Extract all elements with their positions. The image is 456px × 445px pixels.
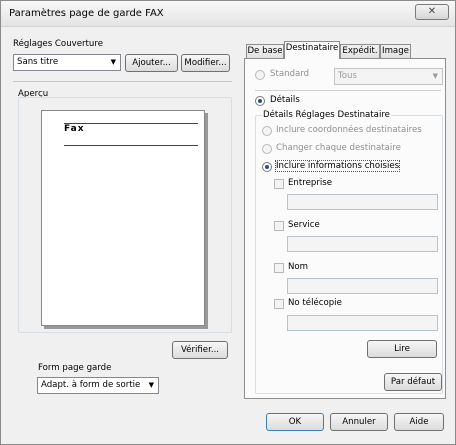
standard-select-value: Tous — [338, 71, 357, 81]
tab-destinataire[interactable]: Destinataire — [284, 41, 340, 59]
preview-page: Fax — [41, 110, 205, 326]
name-field[interactable] — [287, 278, 438, 294]
fax-number-label: No télécopie — [288, 298, 342, 308]
fax-cover-dialog: Paramètres page de garde FAX ✕ Réglages … — [0, 0, 456, 445]
cover-settings-label: Réglages Couverture — [13, 39, 103, 49]
service-label: Service — [288, 220, 320, 230]
chevron-down-icon: ▼ — [148, 381, 154, 389]
tab-panel-destinataire: Standard Tous ▼ Détails Détails Réglages… — [244, 58, 446, 399]
include-coordinates-radio[interactable] — [262, 126, 272, 136]
service-field[interactable] — [287, 236, 438, 252]
window-title: Paramètres page de garde FAX — [9, 8, 164, 19]
standard-select[interactable]: Tous ▼ — [334, 68, 443, 85]
details-radio[interactable] — [255, 96, 265, 106]
read-button[interactable]: Lire — [367, 340, 437, 358]
separator — [13, 81, 232, 82]
page-form-label: Form page garde — [38, 363, 112, 373]
service-checkbox[interactable] — [274, 221, 284, 231]
standard-label: Standard — [270, 69, 310, 79]
preview-bottom-rule — [64, 145, 198, 146]
help-button[interactable]: Aide — [394, 413, 444, 431]
preview-fax-text: Fax — [64, 124, 85, 134]
chevron-down-icon: ▼ — [110, 58, 116, 66]
change-each-radio[interactable] — [262, 144, 272, 154]
title-bar: Paramètres page de garde FAX ✕ — [1, 1, 455, 27]
separator — [255, 90, 441, 91]
company-label: Entreprise — [288, 178, 333, 188]
change-each-label: Changer chaque destinataire — [276, 143, 401, 153]
modify-cover-button[interactable]: Modifier... — [181, 54, 230, 72]
cover-settings-select[interactable]: Sans titre ▼ — [13, 54, 121, 71]
tab-expediteur[interactable]: Expédit. — [340, 44, 380, 59]
tab-de-base[interactable]: De base — [246, 44, 284, 59]
standard-radio[interactable] — [255, 70, 265, 80]
include-coordinates-label: Inclure coordonnées destinataires — [276, 125, 422, 135]
include-chosen-radio[interactable] — [262, 162, 272, 172]
details-label: Détails — [270, 95, 300, 105]
name-label: Nom — [288, 262, 309, 272]
cover-settings-value: Sans titre — [17, 57, 59, 67]
company-checkbox[interactable] — [274, 179, 284, 189]
add-cover-button[interactable]: Ajouter... — [125, 54, 178, 72]
include-chosen-label: Inclure informations choisies — [274, 160, 401, 172]
tab-image[interactable]: Image — [380, 44, 411, 59]
close-icon[interactable]: ✕ — [415, 4, 449, 20]
fax-number-field[interactable] — [287, 315, 438, 331]
details-group-title: Détails Réglages Destinataire — [262, 110, 391, 120]
default-button[interactable]: Par défaut — [384, 373, 442, 391]
page-form-select[interactable]: Adapt. à form de sortie ▼ — [37, 377, 159, 394]
page-form-value: Adapt. à form de sortie — [41, 380, 141, 390]
ok-button[interactable]: OK — [266, 413, 324, 431]
verify-button[interactable]: Vérifier... — [172, 341, 228, 359]
chevron-down-icon: ▼ — [432, 72, 438, 80]
name-checkbox[interactable] — [274, 263, 284, 273]
fax-number-checkbox[interactable] — [274, 299, 284, 309]
company-field[interactable] — [287, 194, 438, 210]
cancel-button[interactable]: Annuler — [330, 413, 388, 431]
